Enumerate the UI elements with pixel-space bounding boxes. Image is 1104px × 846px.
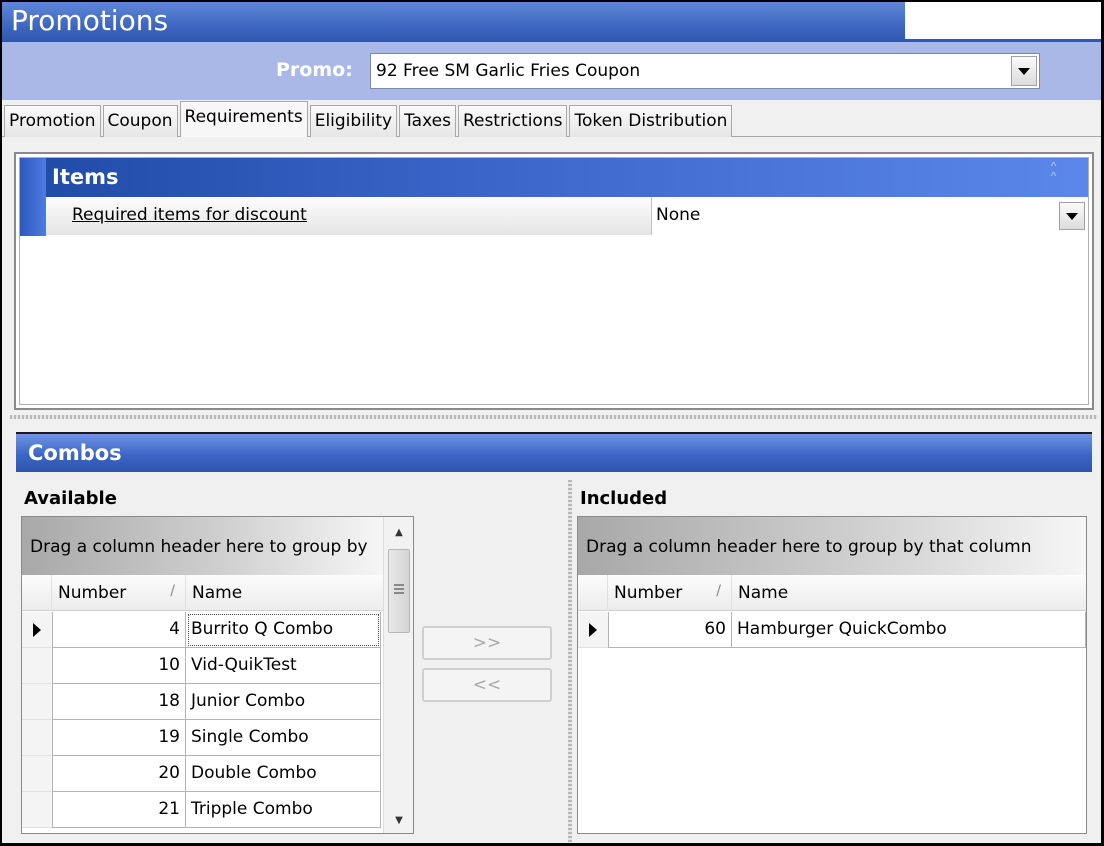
sort-ascending-icon: / — [170, 583, 175, 599]
cell-number[interactable]: 18 — [52, 684, 186, 720]
available-column-headers: Number / Name — [22, 575, 383, 611]
table-row[interactable]: 4 Burrito Q Combo — [22, 612, 413, 648]
promo-bar: Promo: 92 Free SM Garlic Fries Coupon — [2, 42, 1101, 100]
cell-number[interactable]: 21 — [52, 792, 186, 828]
promo-dropdown[interactable]: 92 Free SM Garlic Fries Coupon — [370, 53, 1040, 89]
promo-dropdown-value: 92 Free SM Garlic Fries Coupon — [376, 61, 641, 81]
cell-number[interactable]: 10 — [52, 648, 186, 684]
title-bar-blank-area — [905, 2, 1101, 39]
scroll-thumb[interactable] — [388, 549, 410, 633]
included-column-headers: Number / Name — [578, 575, 1086, 611]
title-bar: Promotions — [2, 2, 1101, 42]
grip-icon — [394, 584, 404, 594]
cell-name[interactable]: Single Combo — [186, 720, 381, 756]
property-row-required-items: Required items for discount None — [20, 197, 1088, 235]
included-label: Included — [580, 488, 668, 509]
table-row[interactable]: 20 Double Combo — [22, 756, 413, 792]
row-indicator-header — [22, 575, 52, 611]
column-header-name[interactable]: Name — [186, 575, 383, 611]
column-header-number[interactable]: Number / — [608, 575, 732, 611]
scroll-up-icon[interactable]: ▲ — [384, 521, 413, 543]
items-panel: Items ˄ ˄ Required items for discount Non… — [19, 157, 1089, 405]
column-header-name[interactable]: Name — [732, 575, 1086, 611]
tab-token-distribution[interactable]: Token Distribution — [569, 105, 733, 137]
row-indicator[interactable] — [22, 612, 52, 648]
cell-number[interactable]: 4 — [52, 612, 186, 648]
property-name-label: Required items for discount — [72, 205, 307, 225]
column-header-number-label: Number — [58, 583, 127, 603]
row-indicator[interactable] — [22, 756, 52, 792]
tab-coupon[interactable]: Coupon — [102, 105, 178, 137]
sort-ascending-icon: / — [716, 583, 721, 599]
chevron-down-icon — [1018, 67, 1030, 75]
chevron-down-icon — [1066, 212, 1078, 220]
table-row[interactable]: 21 Tripple Combo — [22, 792, 413, 828]
row-indicator[interactable] — [22, 792, 52, 828]
window-title: Promotions — [11, 4, 169, 37]
tab-eligibility[interactable]: Eligibility — [309, 105, 398, 137]
double-chevron-up-icon[interactable]: ˄ ˄ — [1049, 162, 1058, 190]
required-items-dropdown[interactable]: None — [652, 197, 1088, 235]
items-header[interactable]: Items ˄ ˄ — [20, 158, 1088, 236]
promo-label: Promo: — [276, 59, 353, 81]
combos-title: Combos — [28, 441, 122, 465]
row-indicator-header — [578, 575, 608, 611]
cell-name[interactable]: Double Combo — [186, 756, 381, 792]
cell-name[interactable]: Junior Combo — [186, 684, 381, 720]
property-name[interactable]: Required items for discount — [46, 197, 652, 235]
tab-strip: Promotion Coupon Requirements Eligibilit… — [4, 101, 734, 137]
property-row-stripe — [20, 197, 46, 235]
cell-number[interactable]: 20 — [52, 756, 186, 792]
table-row[interactable]: 18 Junior Combo — [22, 684, 413, 720]
items-title: Items — [52, 165, 119, 189]
cell-name[interactable]: Vid-QuikTest — [186, 648, 381, 684]
available-group-by-area[interactable]: Drag a column header here to group by — [22, 517, 383, 575]
promo-dropdown-button[interactable] — [1011, 56, 1037, 86]
row-indicator[interactable] — [22, 720, 52, 756]
horizontal-splitter[interactable] — [10, 415, 1098, 419]
column-header-number[interactable]: Number / — [52, 575, 186, 611]
row-indicator[interactable] — [22, 648, 52, 684]
column-header-name-label: Name — [192, 583, 243, 603]
items-property-grid: Items ˄ ˄ Required items for discount Non… — [14, 152, 1094, 410]
add-combo-button[interactable]: >> — [422, 626, 552, 660]
remove-combo-button[interactable]: << — [422, 668, 552, 702]
included-group-by-area[interactable]: Drag a column header here to group by th… — [578, 517, 1086, 575]
required-items-value: None — [656, 205, 701, 225]
tab-promotion[interactable]: Promotion — [4, 105, 101, 137]
available-label: Available — [24, 488, 117, 509]
included-grid: Drag a column header here to group by th… — [577, 516, 1087, 834]
scroll-down-icon[interactable]: ▼ — [384, 809, 413, 831]
cell-number[interactable]: 19 — [52, 720, 186, 756]
current-row-arrow-icon — [589, 623, 597, 637]
combos-header: Combos — [16, 432, 1092, 472]
table-row[interactable]: 19 Single Combo — [22, 720, 413, 756]
available-vertical-scrollbar[interactable]: ▲ ▼ — [383, 517, 413, 833]
vertical-splitter[interactable] — [568, 480, 572, 842]
promotions-window: Promotions Promo: 92 Free SM Garlic Frie… — [2, 2, 1101, 843]
row-indicator[interactable] — [22, 684, 52, 720]
column-header-number-label: Number — [614, 583, 683, 603]
tab-taxes[interactable]: Taxes — [399, 105, 456, 137]
tab-restrictions[interactable]: Restrictions — [457, 105, 568, 137]
cell-name[interactable]: Hamburger QuickCombo — [732, 612, 1086, 648]
cell-name[interactable]: Tripple Combo — [186, 792, 381, 828]
row-indicator[interactable] — [578, 612, 608, 648]
required-items-dropdown-button[interactable] — [1059, 202, 1085, 230]
included-group-hint: Drag a column header here to group by th… — [586, 537, 1032, 557]
current-row-arrow-icon — [33, 623, 41, 637]
tab-requirements[interactable]: Requirements — [179, 101, 308, 137]
available-grid: Drag a column header here to group by Nu… — [21, 516, 414, 834]
table-row[interactable]: 10 Vid-QuikTest — [22, 648, 413, 684]
column-header-name-label: Name — [738, 583, 789, 603]
table-row[interactable]: 60 Hamburger QuickCombo — [578, 612, 1086, 648]
available-group-hint: Drag a column header here to group by — [30, 537, 368, 557]
cell-number[interactable]: 60 — [608, 612, 732, 648]
cell-name[interactable]: Burrito Q Combo — [186, 612, 381, 648]
